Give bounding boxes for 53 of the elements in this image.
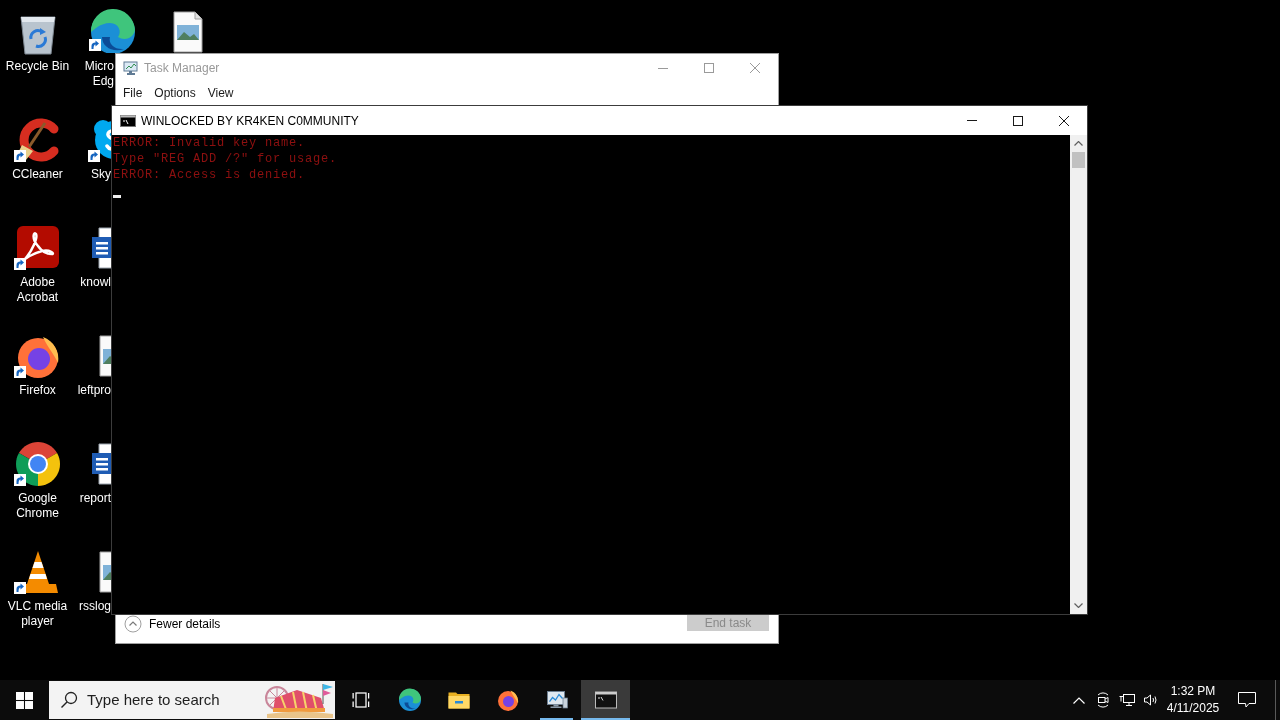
icon-label: Sky [91, 167, 111, 182]
menu-item[interactable]: File [117, 84, 149, 102]
volume-icon [1143, 692, 1159, 708]
carnival-tent-icon [263, 682, 335, 718]
taskbar-app-button[interactable] [581, 680, 630, 720]
swirl-icon[interactable] [88, 8, 137, 53]
window-title: WINLOCKED BY KR4KEN C0MMUNITY [141, 112, 359, 130]
window-title: Task Manager [144, 60, 220, 77]
maximize-icon [704, 63, 714, 73]
terminal-icon [120, 114, 136, 127]
icon-label: VLC media player [7, 599, 68, 629]
monitor-chart-icon [123, 60, 139, 76]
maximize-icon [1013, 115, 1023, 126]
search-bar[interactable]: Type here to search [49, 681, 335, 719]
icon-label: Recycle Bin [5, 59, 70, 74]
chevron-up-icon [1072, 696, 1085, 704]
search-field[interactable]: Type here to search [87, 688, 263, 712]
icon-label: CCleaner [12, 167, 63, 182]
icon-label: Google Chrome [16, 491, 59, 521]
icon-label: report [79, 491, 111, 506]
menu-item[interactable]: Options [148, 84, 202, 102]
network-icon [1119, 692, 1135, 708]
scrollbar-thumb[interactable] [1072, 152, 1085, 168]
icon-label: Micro Edg [84, 59, 114, 89]
minimize-icon [658, 67, 668, 69]
notification-icon [1238, 692, 1256, 708]
monitor-chart-icon [544, 688, 569, 712]
fewer-details-button[interactable]: Fewer details [124, 615, 221, 633]
clock-button[interactable]: 1:32 PM 4/11/2025 [1163, 680, 1223, 720]
icon-label: leftpro [77, 383, 111, 398]
console-line: Type "REG ADD /?" for usage. [113, 151, 338, 167]
console-line: ERROR: Invalid key name. [113, 135, 306, 151]
scrollbar[interactable] [1070, 135, 1087, 614]
minimize-icon [967, 120, 977, 121]
close-icon [1059, 115, 1069, 126]
icon-label: knowl [80, 275, 111, 290]
icon-label: Firefox [19, 383, 56, 398]
close-icon [750, 63, 760, 73]
chevron-down-icon [1074, 603, 1083, 608]
console-line: ERROR: Access is denied. [113, 167, 306, 183]
search-icon [60, 691, 78, 709]
swirl-icon [397, 688, 422, 712]
chevron-up-icon [1074, 141, 1083, 146]
chevron-up-circle-icon [124, 615, 142, 633]
icon-label: Adobe Acrobat [16, 275, 59, 305]
browser-icon[interactable] [13, 440, 62, 488]
terminal-icon [593, 688, 618, 712]
icon-label: rsslog [79, 599, 111, 614]
flame-globe-icon [495, 688, 520, 712]
windows-logo-icon [15, 691, 33, 709]
menu-item[interactable]: View [201, 84, 240, 102]
video-camera-icon [1095, 692, 1111, 708]
text-cursor-icon [113, 195, 121, 198]
